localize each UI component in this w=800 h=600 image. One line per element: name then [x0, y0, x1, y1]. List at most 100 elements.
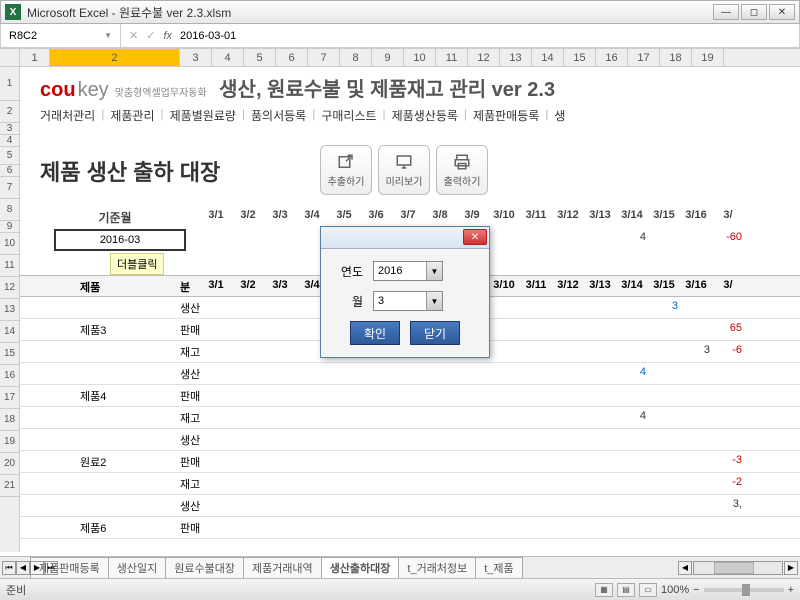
scroll-track[interactable]	[693, 561, 783, 575]
col-header-5[interactable]: 5	[244, 49, 276, 66]
window-titlebar: X Microsoft Excel - 원료수불 ver 2.3.xlsm — …	[0, 0, 800, 24]
tab-first-button[interactable]: ⏮	[2, 561, 16, 575]
col-header-2[interactable]: 2	[50, 49, 180, 66]
view-normal-button[interactable]: ▦	[595, 583, 613, 597]
name-box[interactable]: R8C2 ▼	[1, 24, 121, 47]
select-all-corner[interactable]	[0, 49, 20, 67]
sheet-tab[interactable]: 생산출하대장	[321, 557, 400, 578]
menu-item[interactable]: 구매리스트	[321, 107, 376, 124]
row-header-1[interactable]: 1	[0, 67, 19, 101]
col-header-8[interactable]: 8	[340, 49, 372, 66]
logo-text-2: key	[78, 79, 109, 102]
dialog-close-text-button[interactable]: 닫기	[410, 321, 460, 345]
tab-last-button[interactable]: ⏭	[44, 561, 58, 575]
maximize-button[interactable]: ◻	[741, 4, 767, 20]
col-header-16[interactable]: 16	[596, 49, 628, 66]
sheet-tab[interactable]: 원료수불대장	[165, 557, 244, 578]
chevron-down-icon[interactable]: ▼	[104, 31, 112, 40]
chevron-down-icon[interactable]: ▼	[426, 292, 442, 310]
menu-item[interactable]: 제품판매등록	[473, 107, 539, 124]
chevron-down-icon[interactable]: ▼	[426, 262, 442, 280]
menu-item[interactable]: 거래처관리	[40, 107, 95, 124]
formula-value[interactable]: 2016-03-01	[180, 30, 236, 42]
row-header-6[interactable]: 6	[0, 165, 19, 177]
fx-icon[interactable]: fx	[163, 30, 172, 42]
base-month-header: 기준월	[55, 209, 175, 226]
row-header-17[interactable]: 17	[0, 387, 19, 409]
dialog-titlebar[interactable]: ✕	[321, 227, 489, 249]
table-row: 생산	[20, 429, 800, 451]
col-header-17[interactable]: 17	[628, 49, 660, 66]
extract-button[interactable]: 추출하기	[320, 145, 372, 195]
sheet-tab[interactable]: 생산일지	[108, 557, 166, 578]
col-header-7[interactable]: 7	[308, 49, 340, 66]
row-header-13[interactable]: 13	[0, 299, 19, 321]
view-layout-button[interactable]: ▤	[617, 583, 635, 597]
zoom-slider[interactable]	[704, 588, 784, 592]
zoom-thumb[interactable]	[742, 584, 750, 596]
zoom-out-button[interactable]: −	[693, 584, 699, 596]
dialog-close-button[interactable]: ✕	[463, 229, 487, 245]
view-break-button[interactable]: ▭	[639, 583, 657, 597]
scroll-left-button[interactable]: ◀	[678, 561, 692, 575]
col-header-12[interactable]: 12	[468, 49, 500, 66]
row-header-19[interactable]: 19	[0, 431, 19, 453]
sheet-tab[interactable]: t_거래처정보	[398, 557, 476, 578]
selected-cell[interactable]: 2016-03	[54, 229, 186, 251]
date-col: 3/	[712, 279, 744, 291]
month-select[interactable]: 3 ▼	[373, 291, 443, 311]
row-header-12[interactable]: 12	[0, 277, 19, 299]
menu-item[interactable]: 제품관리	[110, 107, 154, 124]
col-header-14[interactable]: 14	[532, 49, 564, 66]
year-select[interactable]: 2016 ▼	[373, 261, 443, 281]
col-header-4[interactable]: 4	[212, 49, 244, 66]
col-header-1[interactable]: 1	[20, 49, 50, 66]
row-header-20[interactable]: 20	[0, 453, 19, 475]
col-header-19[interactable]: 19	[692, 49, 724, 66]
col-header-13[interactable]: 13	[500, 49, 532, 66]
row-header-10[interactable]: 10	[0, 233, 19, 255]
date-col: 3/13	[584, 279, 616, 291]
menu-item[interactable]: 제품별원료량	[170, 107, 236, 124]
print-button[interactable]: 출력하기	[436, 145, 488, 195]
minimize-button[interactable]: —	[713, 4, 739, 20]
col-header-18[interactable]: 18	[660, 49, 692, 66]
scroll-thumb[interactable]	[714, 562, 754, 574]
row-header-11[interactable]: 11	[0, 255, 19, 277]
row-header-7[interactable]: 7	[0, 177, 19, 199]
row-header-18[interactable]: 18	[0, 409, 19, 431]
row-header-15[interactable]: 15	[0, 343, 19, 365]
row-header-16[interactable]: 16	[0, 365, 19, 387]
month-value: 3	[378, 295, 384, 307]
sheet-tab[interactable]: t_제품	[475, 557, 522, 578]
zoom-in-button[interactable]: +	[788, 584, 794, 596]
menu-item[interactable]: 제품생산등록	[392, 107, 458, 124]
col-header-10[interactable]: 10	[404, 49, 436, 66]
menu-item[interactable]: 품의서등록	[251, 107, 306, 124]
col-header-9[interactable]: 9	[372, 49, 404, 66]
row-header-3[interactable]: 3	[0, 123, 19, 135]
scroll-right-button[interactable]: ▶	[784, 561, 798, 575]
row-header-9[interactable]: 9	[0, 221, 19, 233]
row-header-14[interactable]: 14	[0, 321, 19, 343]
row-header-8[interactable]: 8	[0, 199, 19, 221]
confirm-button[interactable]: 확인	[350, 321, 400, 345]
menu-item[interactable]: 생	[554, 107, 565, 124]
row-header-5[interactable]: 5	[0, 147, 19, 165]
row-header-2[interactable]: 2	[0, 101, 19, 123]
tab-prev-button[interactable]: ◀	[16, 561, 30, 575]
date-col: 3/13	[584, 209, 616, 221]
horizontal-scrollbar[interactable]: ◀ ▶	[678, 561, 798, 575]
enter-icon[interactable]: ✓	[146, 29, 155, 42]
cancel-icon[interactable]: ✕	[129, 29, 138, 42]
sheet-tab[interactable]: 제품거래내역	[243, 557, 322, 578]
tab-next-button[interactable]: ▶	[30, 561, 44, 575]
col-header-11[interactable]: 11	[436, 49, 468, 66]
close-button[interactable]: ✕	[769, 4, 795, 20]
col-header-3[interactable]: 3	[180, 49, 212, 66]
row-header-4[interactable]: 4	[0, 135, 19, 147]
preview-button[interactable]: 미리보기	[378, 145, 430, 195]
col-header-15[interactable]: 15	[564, 49, 596, 66]
row-header-21[interactable]: 21	[0, 475, 19, 497]
col-header-6[interactable]: 6	[276, 49, 308, 66]
